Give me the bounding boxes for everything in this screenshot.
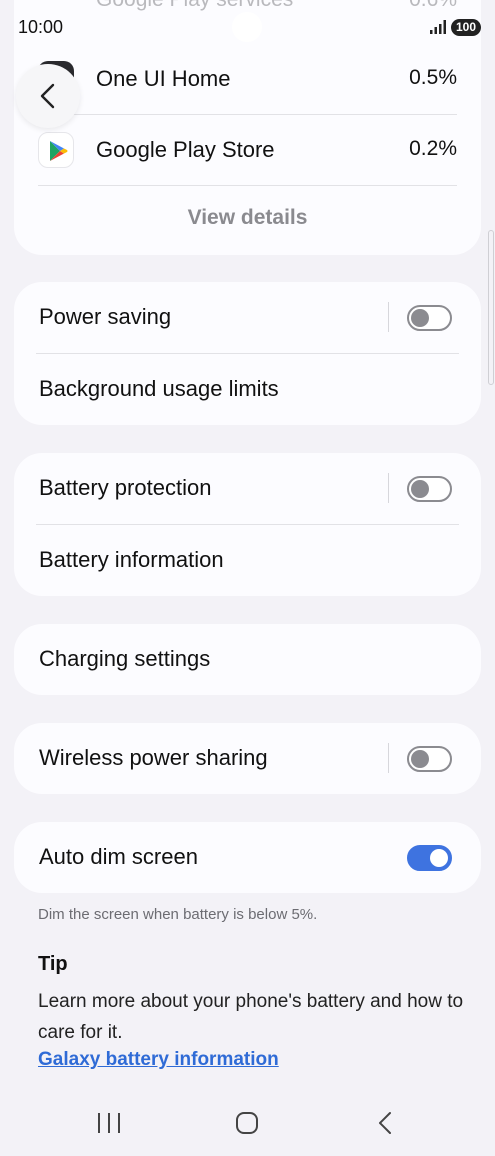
wireless-power-sharing-card: Wireless power sharing: [14, 723, 481, 794]
power-saving-toggle[interactable]: [407, 305, 452, 331]
wireless-power-sharing-row[interactable]: Wireless power sharing: [14, 723, 481, 794]
vertical-separator: [388, 302, 389, 332]
divider: [38, 185, 457, 186]
battery-settings-card: Battery protection Battery information: [14, 453, 481, 596]
app-name: Google Play Store: [96, 137, 275, 162]
nav-back-button[interactable]: [366, 1108, 406, 1138]
app-row-google-play-store[interactable]: Google Play Store 0.2%: [38, 115, 457, 185]
recent-apps-button[interactable]: [89, 1108, 129, 1138]
battery-settings-screen: Google Play services 0.6% One UI Home 0.…: [0, 0, 495, 1156]
app-name: One UI Home: [96, 66, 231, 91]
auto-dim-screen-label: Auto dim screen: [39, 844, 198, 869]
camera-cutout: [232, 12, 262, 42]
navigation-bar: [0, 1090, 495, 1156]
battery-protection-row[interactable]: Battery protection: [14, 453, 481, 524]
wireless-power-sharing-label: Wireless power sharing: [39, 745, 268, 770]
auto-dim-screen-card: Auto dim screen: [14, 822, 481, 893]
app-percent: 0.2%: [409, 137, 457, 160]
wireless-power-sharing-toggle[interactable]: [407, 746, 452, 772]
home-icon: [236, 1112, 258, 1134]
background-usage-limits-label: Background usage limits: [39, 376, 279, 401]
status-time: 10:00: [18, 17, 64, 37]
battery-icon: 100: [451, 19, 482, 36]
status-bar: 10:00 100: [0, 0, 495, 56]
vertical-separator: [388, 743, 389, 773]
battery-protection-label: Battery protection: [39, 475, 212, 500]
toggle-knob: [411, 309, 429, 327]
tip-body: Learn more about your phone's battery an…: [38, 991, 464, 1043]
view-details-button[interactable]: View details: [14, 206, 481, 230]
battery-protection-toggle[interactable]: [407, 476, 452, 502]
recent-apps-icon: [98, 1113, 120, 1133]
power-saving-row[interactable]: Power saving: [14, 282, 481, 353]
battery-information-row[interactable]: Battery information: [14, 525, 481, 596]
vertical-separator: [388, 473, 389, 503]
power-settings-card: Power saving Background usage limits: [14, 282, 481, 425]
charging-settings-card[interactable]: Charging settings: [14, 624, 481, 695]
back-button[interactable]: [16, 64, 80, 128]
chevron-left-icon: [40, 83, 55, 109]
home-button[interactable]: [227, 1108, 267, 1138]
battery-information-label: Battery information: [39, 547, 224, 572]
power-saving-label: Power saving: [39, 304, 172, 329]
signal-icon: [430, 20, 446, 34]
google-play-store-icon: [38, 132, 74, 168]
toggle-knob: [430, 849, 448, 867]
toggle-knob: [411, 480, 429, 498]
toggle-knob: [411, 750, 429, 768]
scroll-indicator[interactable]: [488, 230, 494, 385]
auto-dim-description: Dim the screen when battery is below 5%.: [38, 906, 318, 923]
charging-settings-row[interactable]: Charging settings: [14, 624, 481, 695]
charging-settings-label: Charging settings: [39, 646, 211, 671]
galaxy-battery-information-link[interactable]: Galaxy battery information: [38, 1049, 279, 1071]
back-icon: [379, 1112, 391, 1134]
auto-dim-screen-toggle[interactable]: [407, 845, 452, 871]
app-percent: 0.5%: [409, 66, 457, 89]
background-usage-limits-row[interactable]: Background usage limits: [14, 354, 481, 425]
auto-dim-screen-row[interactable]: Auto dim screen: [14, 822, 481, 893]
tip-title: Tip: [38, 953, 68, 975]
